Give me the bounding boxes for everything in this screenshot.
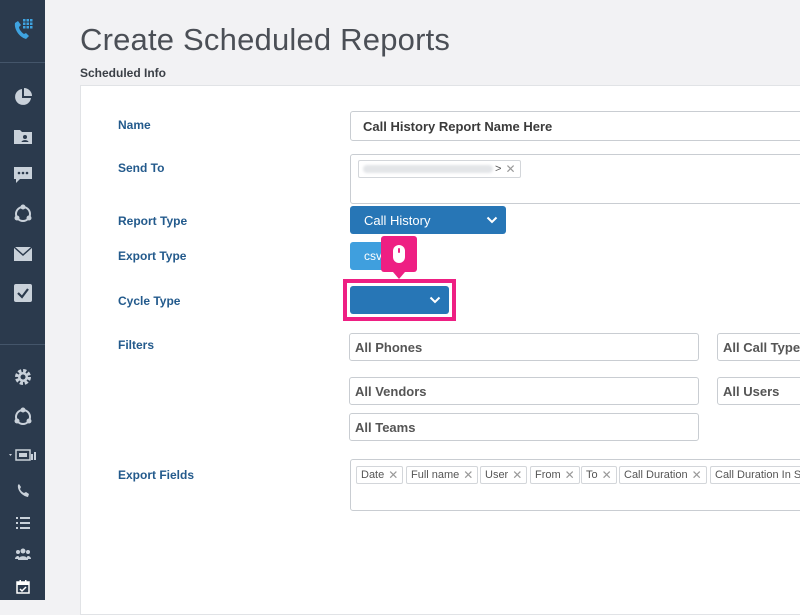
sidebar-divider	[0, 344, 45, 345]
list-icon[interactable]	[0, 514, 45, 532]
export-field-label: Date	[361, 469, 385, 481]
export-field-chip[interactable]: Full name ✕	[406, 466, 479, 484]
export-field-label: User	[485, 469, 509, 481]
report-type-select[interactable]: Call History	[350, 206, 506, 234]
send-to-label: Send To	[118, 161, 165, 175]
gear-icon[interactable]	[0, 366, 45, 388]
export-field-chip[interactable]: Date ✕	[356, 466, 404, 484]
export-field-chip[interactable]: User ✕	[480, 466, 528, 484]
remove-chip-icon[interactable]: ✕	[602, 468, 612, 482]
remove-chip-icon[interactable]: ✕	[463, 468, 473, 482]
chevron-down-icon	[486, 216, 498, 224]
monitor-icon[interactable]	[0, 446, 45, 466]
recipient-chip[interactable]: > ✕	[358, 160, 521, 178]
export-field-chip[interactable]: Call Duration In Se	[710, 466, 800, 484]
mouse-icon	[381, 236, 417, 279]
cycle-type-label: Cycle Type	[118, 294, 181, 308]
section-label: Scheduled Info	[80, 66, 167, 80]
mail-icon[interactable]	[0, 243, 45, 265]
remove-chip-icon[interactable]: ✕	[565, 468, 575, 482]
send-to-input[interactable]: > ✕	[350, 154, 800, 204]
remove-chip-icon[interactable]: ✕	[505, 162, 515, 176]
export-field-label: Call Duration	[624, 469, 688, 481]
filter-teams-select[interactable]: All Teams	[349, 413, 699, 441]
calendar-check-icon[interactable]	[0, 578, 45, 596]
report-type-label: Report Type	[118, 214, 188, 228]
pie-chart-icon[interactable]	[0, 86, 45, 108]
filters-label: Filters	[118, 338, 155, 352]
users-icon[interactable]	[0, 545, 45, 563]
export-field-chip[interactable]: From ✕	[530, 466, 580, 484]
remove-chip-icon[interactable]: ✕	[512, 468, 522, 482]
export-type-label: Export Type	[118, 249, 187, 263]
chat-icon[interactable]	[0, 164, 45, 186]
filter-vendors-select[interactable]: All Vendors	[349, 377, 699, 405]
name-input[interactable]: Call History Report Name Here	[350, 111, 800, 141]
filter-phones-select[interactable]: All Phones	[349, 333, 699, 361]
export-fields-label: Export Fields	[118, 468, 195, 482]
network-icon[interactable]	[0, 203, 45, 225]
remove-chip-icon[interactable]: ✕	[692, 468, 702, 482]
page-title: Create Scheduled Reports	[80, 22, 451, 57]
export-field-label: From	[535, 469, 561, 481]
remove-chip-icon[interactable]: ✕	[388, 468, 398, 482]
sidebar-divider	[0, 62, 45, 63]
report-type-value: Call History	[364, 212, 431, 228]
sidebar	[0, 0, 45, 600]
redacted-recipient	[363, 165, 493, 173]
checkbox-icon[interactable]	[0, 282, 45, 304]
filter-users-select[interactable]: All Users	[717, 377, 800, 405]
phone-icon[interactable]	[0, 482, 45, 500]
network-icon[interactable]	[0, 406, 45, 428]
export-field-label: Call Duration In Se	[715, 469, 800, 481]
phone-grid-logo-icon[interactable]	[0, 12, 45, 48]
export-field-label: Full name	[411, 469, 460, 481]
filter-call-types-select[interactable]: All Call Types	[717, 333, 800, 361]
export-field-chip[interactable]: Call Duration ✕	[619, 466, 707, 484]
name-label: Name	[118, 118, 151, 132]
click-target-highlight	[343, 279, 456, 321]
recipient-chip-suffix: >	[495, 163, 502, 175]
export-fields-input[interactable]: Date ✕ Full name ✕ User ✕ From ✕ To ✕ Call Du…	[350, 459, 800, 511]
export-field-label: To	[586, 469, 598, 481]
export-field-chip[interactable]: To ✕	[581, 466, 617, 484]
contacts-folder-icon[interactable]	[0, 125, 45, 147]
